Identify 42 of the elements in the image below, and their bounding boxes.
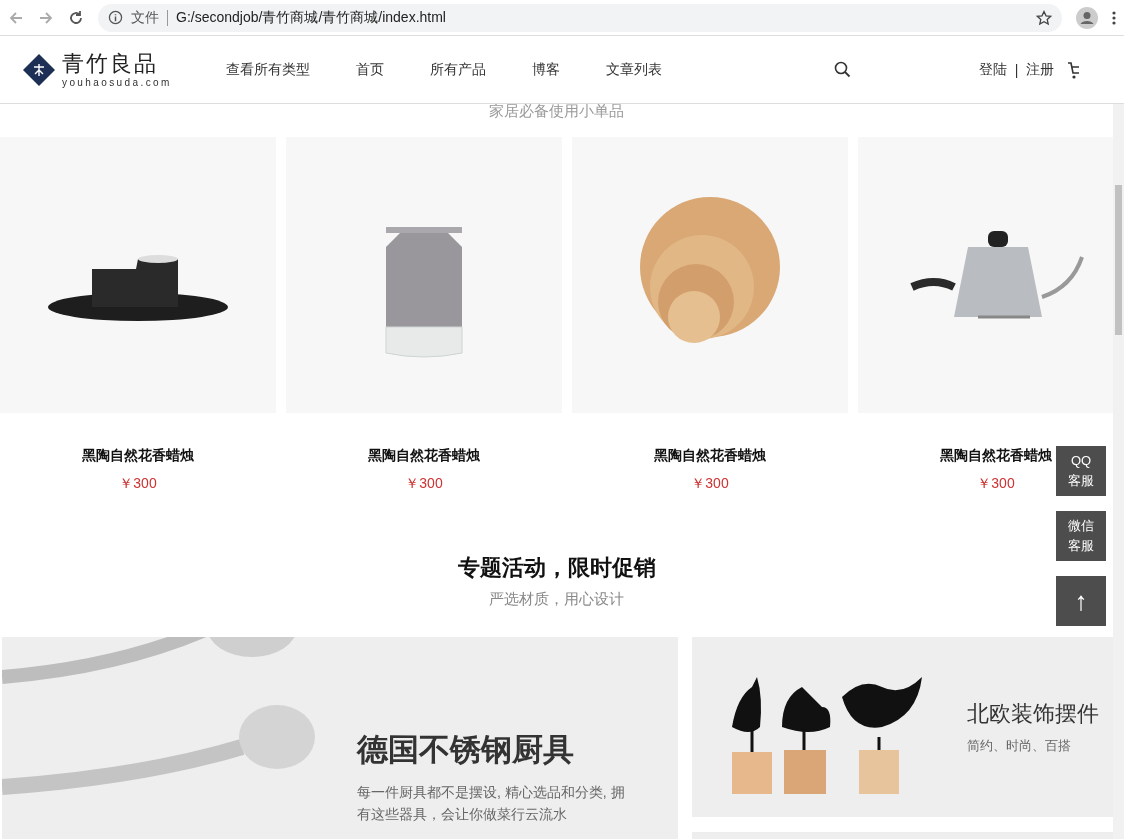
promo-title[interactable]: 德国不锈钢厨具 [357, 729, 637, 771]
menu-icon[interactable] [1112, 10, 1116, 25]
product-price: ￥300 [405, 475, 443, 493]
register-link[interactable]: 注册 [1026, 60, 1055, 79]
search-icon[interactable] [833, 61, 851, 78]
section-subtitle: 严选材质，用心设计 [489, 589, 624, 609]
info-icon[interactable] [108, 10, 123, 25]
logo-domain: youhaosuda.com [62, 77, 172, 88]
address-label: 文件 [131, 8, 159, 27]
product-name[interactable]: 黑陶自然花香蜡烛 [82, 447, 194, 465]
product-price: ￥300 [977, 475, 1015, 493]
scrollbar[interactable] [1113, 104, 1124, 839]
login-link[interactable]: 登陆 [978, 60, 1007, 79]
logo-text: 青竹良品 [62, 51, 159, 77]
promo-description: 每一件厨具都不是摆设, 精心选品和分类, 拥有这些器具，会让你做菜行云流水 [357, 783, 626, 824]
product-name[interactable]: 黑陶自然花香蜡烛 [654, 447, 766, 465]
customer-service-button[interactable]: QQ 客服 [1056, 446, 1106, 496]
scrollbar-thumb[interactable] [1115, 185, 1122, 335]
product-price: ￥300 [691, 475, 729, 493]
star-icon[interactable] [1036, 9, 1052, 26]
avatar-icon[interactable] [1076, 6, 1098, 29]
reload-icon[interactable] [68, 9, 84, 26]
address-bar[interactable]: 文件 G:/secondjob/青竹商城/青竹商城/index.html [98, 3, 1062, 32]
section-subtitle: 家居必备使用小单品 [489, 104, 624, 118]
url-text: G:/secondjob/青竹商城/青竹商城/index.html [176, 8, 447, 27]
product-price: ￥300 [119, 475, 157, 493]
nav-link[interactable]: 博客 [531, 60, 560, 79]
logo-icon [22, 52, 56, 87]
separator-text: | [1014, 61, 1019, 78]
customer-service-button[interactable]: 微信 客服 [1056, 511, 1106, 561]
nav-link[interactable]: 首页 [355, 60, 384, 79]
cart-icon[interactable] [1068, 59, 1080, 80]
section-title: 专题活动，限时促销 [457, 554, 656, 582]
promo-title[interactable]: 北欧装饰摆件 [967, 699, 1099, 729]
product-photo[interactable] [0, 137, 276, 413]
nav-link[interactable]: 所有产品 [429, 60, 486, 79]
product-name[interactable]: 黑陶自然花香蜡烛 [940, 447, 1052, 465]
promo-description: 简约、时尚、百搭 [967, 737, 1072, 755]
back-to-top-button[interactable]: ↑ [1056, 576, 1106, 626]
nav-link[interactable]: 查看所有类型 [225, 60, 310, 79]
nav-link[interactable]: 文章列表 [605, 60, 662, 79]
product-name[interactable]: 黑陶自然花香蜡烛 [368, 447, 480, 465]
